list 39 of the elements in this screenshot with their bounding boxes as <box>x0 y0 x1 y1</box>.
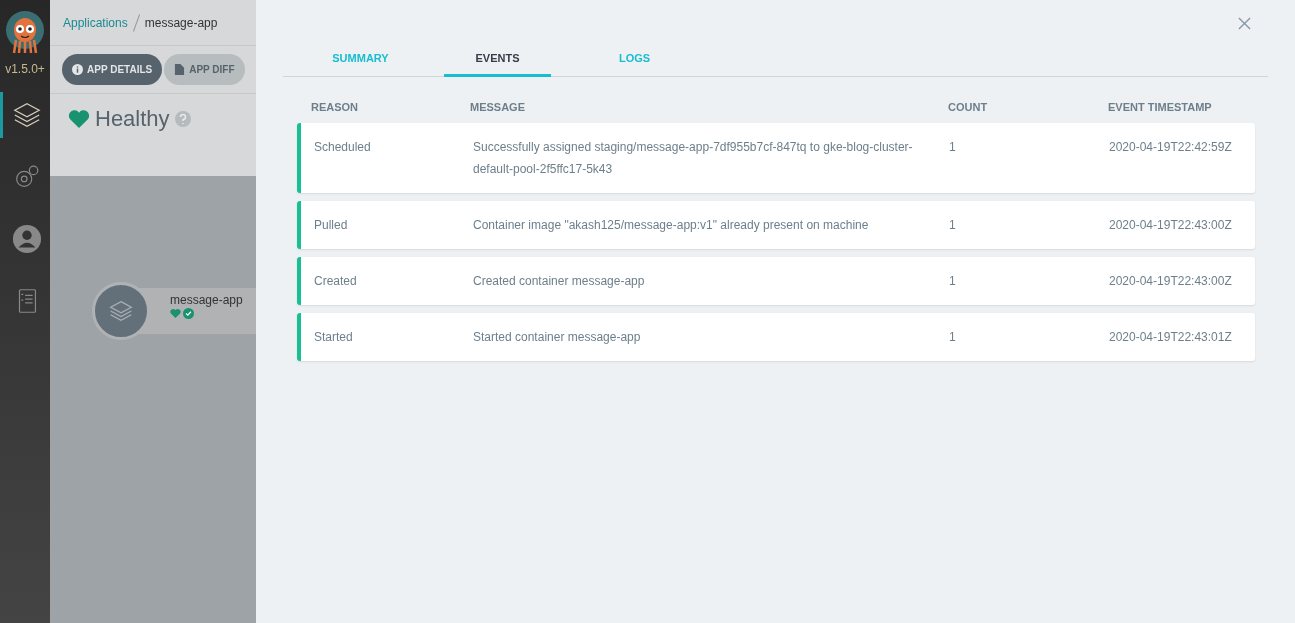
tab[interactable]: EVENTS <box>444 46 551 77</box>
breadcrumb-link[interactable]: Applications <box>63 15 128 30</box>
column-header: MESSAGE <box>470 101 526 113</box>
column-header: COUNT <box>948 101 989 113</box>
message-cell-text: Successfully assigned staging/message-app-7df955b7cf-847tq to gke-blog-cluster-default-pool-2f5ffc17-5k43 <box>473 139 913 178</box>
count-cell-text: 1 <box>949 139 957 156</box>
close-icon[interactable] <box>1238 17 1251 30</box>
timestamp-cell-text: 2020-04-19T22:43:00Z <box>1109 217 1233 234</box>
breadcrumb-current: message-app <box>144 15 218 30</box>
file-icon <box>174 64 186 75</box>
info-icon <box>72 64 83 75</box>
heart-icon <box>170 308 181 319</box>
tab[interactable]: LOGS <box>581 46 688 77</box>
version-label: v1.5.0+ <box>5 62 45 76</box>
tab[interactable]: SUMMARY <box>307 46 414 77</box>
health-status: Healthy <box>95 106 170 132</box>
timestamp-cell-text: 2020-04-19T22:42:59Z <box>1109 139 1233 156</box>
user-icon <box>11 224 42 254</box>
message-cell-text: Created container message-app <box>473 273 646 290</box>
timestamp-cell-text: 2020-04-19T22:43:01Z <box>1109 329 1233 346</box>
column-header: REASON <box>311 101 360 113</box>
app-button[interactable]: APP DIFF <box>164 54 245 85</box>
count-cell-text: 1 <box>949 273 957 290</box>
count-cell-text: 1 <box>949 329 957 346</box>
app-button[interactable]: APP DETAILS <box>62 54 163 85</box>
layers-icon <box>11 100 42 130</box>
reason-cell-text: Started <box>314 329 354 346</box>
reason-cell-text: Created <box>314 273 358 290</box>
timestamp-cell-text: 2020-04-19T22:43:00Z <box>1109 273 1233 290</box>
message-cell-text: Container image "akash125/message-app:v1" already present on machine <box>473 217 870 234</box>
octopus-logo <box>5 10 45 54</box>
node-name: message-app <box>170 293 244 307</box>
reason-cell-text: Pulled <box>314 217 349 234</box>
count-cell-text: 1 <box>949 217 957 234</box>
reason-cell-text: Scheduled <box>314 139 372 156</box>
message-cell-text: Started container message-app <box>473 329 642 346</box>
heart-icon <box>68 109 90 129</box>
check-circle-icon <box>183 308 194 319</box>
column-header: EVENT TIMESTAMP <box>1108 101 1213 113</box>
